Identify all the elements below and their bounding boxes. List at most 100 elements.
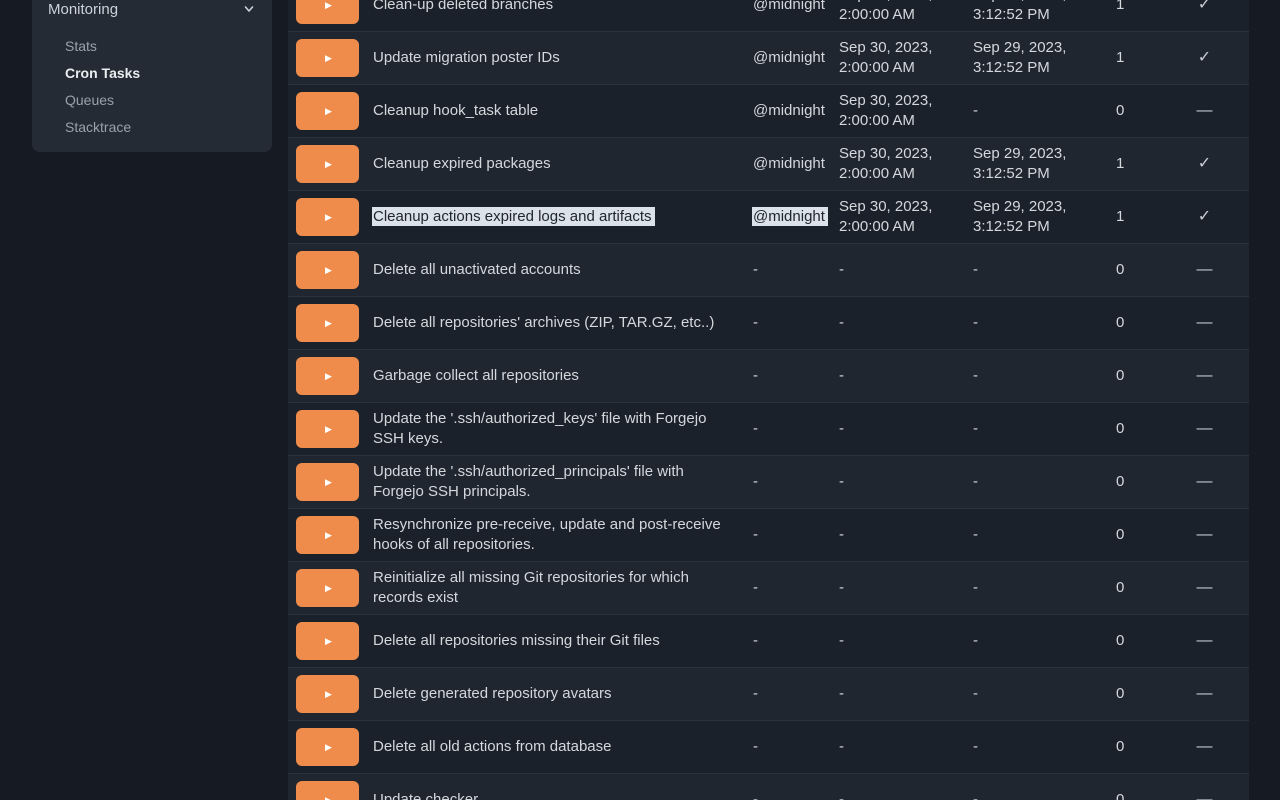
table-row: ▶ Update the '.ssh/authorized_keys' file… [288, 403, 1249, 456]
task-executions: 0 [1115, 85, 1160, 138]
run-task-button[interactable]: ▶ [296, 463, 359, 501]
run-task-button[interactable]: ▶ [296, 39, 359, 77]
task-previous-run: - [972, 456, 1115, 509]
chevron-down-icon[interactable] [242, 2, 256, 16]
status-icon: — [1197, 738, 1213, 755]
task-name: Update the '.ssh/authorized_principals' … [373, 463, 684, 500]
table-row: ▶ Delete all repositories missing their … [288, 615, 1249, 668]
task-schedule: @midnight [752, 207, 828, 226]
play-icon: ▶ [325, 372, 332, 381]
status-icon: — [1197, 420, 1213, 437]
task-schedule: - [753, 473, 758, 490]
status-icon: — [1197, 632, 1213, 649]
run-cell: ▶ [288, 403, 372, 456]
play-icon: ▶ [325, 690, 332, 699]
sidebar-item-stacktrace[interactable]: Stacktrace [65, 119, 256, 136]
status-icon: — [1197, 314, 1213, 331]
task-name: Cleanup expired packages [373, 155, 551, 172]
run-task-button[interactable]: ▶ [296, 304, 359, 342]
task-name: Clean-up deleted branches [373, 0, 553, 13]
play-icon: ▶ [325, 54, 332, 63]
cron-table-body: ▶ Clean-up deleted branches @midnight Se… [288, 0, 1249, 800]
play-icon: ▶ [325, 796, 332, 800]
task-schedule: - [753, 420, 758, 437]
task-next-run: - [838, 721, 972, 774]
task-schedule: - [753, 526, 758, 543]
task-name: Delete generated repository avatars [373, 685, 611, 702]
run-task-button[interactable]: ▶ [296, 675, 359, 713]
task-executions: 0 [1115, 350, 1160, 403]
task-next-run: Sep 30, 2023, 2:00:00 AM [838, 32, 972, 85]
play-icon: ▶ [325, 478, 332, 487]
status-icon: — [1197, 685, 1213, 702]
sidebar-item-stats[interactable]: Stats [65, 38, 256, 55]
run-task-button[interactable]: ▶ [296, 622, 359, 660]
run-cell: ▶ [288, 562, 372, 615]
admin-monitoring-page: Monitoring Stats Cron Tasks Queues Stack… [0, 0, 1280, 800]
run-task-button[interactable]: ▶ [296, 92, 359, 130]
sidebar-section-title: Monitoring [48, 1, 118, 18]
task-previous-run: - [972, 721, 1115, 774]
task-next-run: - [838, 244, 972, 297]
status-icon: — [1197, 102, 1213, 119]
task-next-run: - [838, 615, 972, 668]
table-row: ▶ Delete generated repository avatars - … [288, 668, 1249, 721]
task-next-run: - [838, 509, 972, 562]
task-executions: 0 [1115, 562, 1160, 615]
run-cell: ▶ [288, 85, 372, 138]
cron-tasks-table-area: ▶ Clean-up deleted branches @midnight Se… [288, 0, 1249, 800]
task-executions: 0 [1115, 721, 1160, 774]
run-cell: ▶ [288, 350, 372, 403]
task-next-run: - [838, 297, 972, 350]
task-executions: 1 [1115, 138, 1160, 191]
run-task-button[interactable]: ▶ [296, 728, 359, 766]
task-executions: 0 [1115, 509, 1160, 562]
run-task-button[interactable]: ▶ [296, 251, 359, 289]
task-previous-run: - [972, 774, 1115, 800]
status-icon: ✓ [1198, 155, 1211, 172]
sidebar-item-cron-tasks[interactable]: Cron Tasks [65, 65, 256, 82]
task-next-run: - [838, 668, 972, 721]
task-schedule: @midnight [753, 155, 825, 172]
table-row: ▶ Reinitialize all missing Git repositor… [288, 562, 1249, 615]
task-previous-run: - [972, 562, 1115, 615]
task-executions: 1 [1115, 32, 1160, 85]
task-name: Cleanup hook_task table [373, 102, 538, 119]
task-previous-run: Sep 29, 2023, 3:12:52 PM [972, 191, 1115, 244]
task-previous-run: - [972, 668, 1115, 721]
sidebar-section-monitoring[interactable]: Monitoring [48, 0, 256, 18]
task-executions: 0 [1115, 403, 1160, 456]
task-name: Reinitialize all missing Git repositorie… [373, 569, 689, 606]
run-task-button[interactable]: ▶ [296, 781, 359, 800]
run-cell: ▶ [288, 297, 372, 350]
run-task-button[interactable]: ▶ [296, 569, 359, 607]
run-task-button[interactable]: ▶ [296, 357, 359, 395]
run-cell: ▶ [288, 774, 372, 800]
run-task-button[interactable]: ▶ [296, 410, 359, 448]
play-icon: ▶ [325, 266, 332, 275]
run-cell: ▶ [288, 244, 372, 297]
task-schedule: - [753, 738, 758, 755]
run-task-button[interactable]: ▶ [296, 198, 359, 236]
monitoring-sidebar: Monitoring Stats Cron Tasks Queues Stack… [32, 0, 272, 152]
task-executions: 0 [1115, 244, 1160, 297]
run-cell: ▶ [288, 191, 372, 244]
status-icon: — [1197, 526, 1213, 543]
run-task-button[interactable]: ▶ [296, 0, 359, 24]
run-cell: ▶ [288, 615, 372, 668]
play-icon: ▶ [325, 319, 332, 328]
task-next-run: - [838, 774, 972, 800]
table-row: ▶ Update checker - - - 0 — [288, 774, 1249, 800]
task-name: Resynchronize pre-receive, update and po… [373, 516, 721, 553]
task-next-run: Sep 30, 2023, 2:00:00 AM [838, 0, 972, 32]
status-icon: ✓ [1198, 208, 1211, 225]
table-row: ▶ Cleanup hook_task table @midnight Sep … [288, 85, 1249, 138]
play-icon: ▶ [325, 213, 332, 222]
table-row: ▶ Delete all repositories' archives (ZIP… [288, 297, 1249, 350]
task-previous-run: Sep 29, 2023, 3:12:52 PM [972, 32, 1115, 85]
run-task-button[interactable]: ▶ [296, 516, 359, 554]
sidebar-item-queues[interactable]: Queues [65, 92, 256, 109]
table-row: ▶ Delete all unactivated accounts - - - … [288, 244, 1249, 297]
run-cell: ▶ [288, 138, 372, 191]
run-task-button[interactable]: ▶ [296, 145, 359, 183]
